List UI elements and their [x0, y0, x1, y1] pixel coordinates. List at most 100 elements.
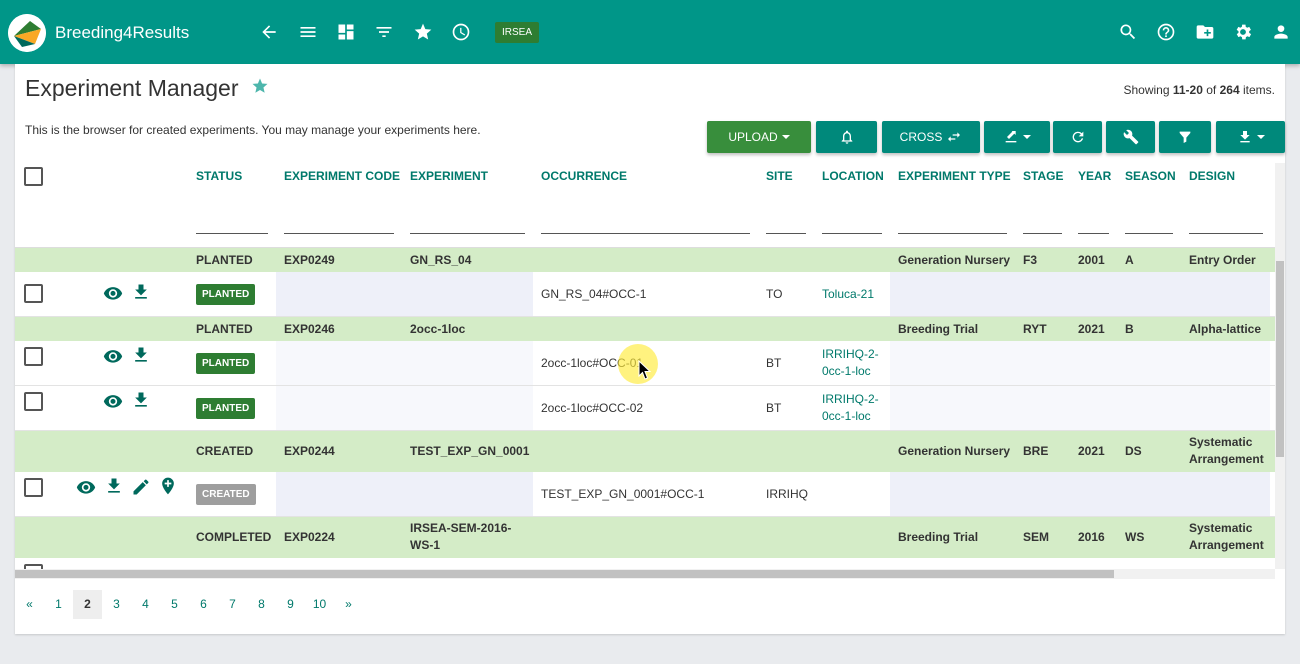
row-checkbox[interactable]	[24, 478, 43, 497]
notifications-button[interactable]	[816, 121, 877, 153]
page-next[interactable]: »	[334, 590, 363, 619]
view-eye-icon[interactable]	[103, 346, 123, 366]
caret-down-icon	[1256, 135, 1265, 139]
status-badge: PLANTED	[196, 284, 256, 305]
experiment-code-filter-input[interactable]	[284, 233, 394, 234]
select-all-checkbox[interactable]	[24, 167, 43, 186]
refresh-button[interactable]	[1053, 121, 1102, 153]
folder-add-icon[interactable]	[1195, 22, 1215, 42]
occurrence-filter-input[interactable]	[541, 233, 750, 234]
group-experiment: GN_RS_04	[410, 253, 472, 267]
row-shade	[890, 472, 1270, 516]
status-filter-input[interactable]	[196, 233, 268, 234]
page-2-current[interactable]: 2	[73, 590, 102, 619]
vertical-scrollbar-thumb[interactable]	[1276, 261, 1284, 457]
user-icon[interactable]	[1271, 22, 1291, 42]
column-header-occurrence[interactable]: OCCURRENCE	[541, 169, 627, 183]
row-checkbox[interactable]	[24, 284, 43, 303]
page-prev[interactable]: «	[15, 590, 44, 619]
download-icon[interactable]	[104, 476, 124, 496]
column-header-year[interactable]: YEAR	[1078, 169, 1111, 183]
season-filter-input[interactable]	[1125, 233, 1173, 234]
upload-button[interactable]: UPLOAD	[707, 121, 811, 153]
page-9[interactable]: 9	[276, 590, 305, 619]
column-header-site[interactable]: SITE	[766, 169, 793, 183]
occurrence-location-link[interactable]: Toluca-21	[822, 286, 874, 303]
experiment-type-filter-input[interactable]	[898, 233, 1007, 234]
site-filter-input[interactable]	[766, 233, 806, 234]
dashboard-icon[interactable]	[336, 22, 356, 42]
row-checkbox[interactable]	[24, 392, 43, 411]
filter-button[interactable]	[1159, 121, 1211, 153]
row-shade	[276, 341, 533, 385]
add-location-icon[interactable]	[158, 476, 178, 496]
column-header-stage[interactable]: STAGE	[1023, 169, 1063, 183]
experiment-group-row[interactable]: PLANTED EXP0249 GN_RS_04 Generation Nurs…	[15, 248, 1275, 272]
app-logo[interactable]	[8, 14, 46, 52]
column-header-season[interactable]: SEASON	[1125, 169, 1176, 183]
download-icon[interactable]	[131, 282, 151, 302]
occurrence-location-link[interactable]: IRRIHQ-2-0cc-1-loc	[822, 391, 882, 425]
page-10[interactable]: 10	[305, 590, 334, 619]
occurrence-location-link[interactable]: IRRIHQ-2-0cc-1-loc	[822, 346, 882, 380]
view-eye-icon[interactable]	[103, 283, 123, 303]
back-arrow-icon[interactable]	[259, 22, 279, 42]
occurrence-name: TEST_EXP_GN_0001#OCC-1	[541, 487, 705, 501]
stage-filter-input[interactable]	[1023, 233, 1062, 234]
download-icon[interactable]	[131, 345, 151, 365]
gear-icon[interactable]	[1233, 22, 1253, 42]
page-1[interactable]: 1	[44, 590, 73, 619]
column-header-experiment-code[interactable]: EXPERIMENT CODE	[284, 169, 400, 183]
occurrence-row[interactable]: PLANTED 2occ-1loc#OCC-02 BT IRRIHQ-2-0cc…	[15, 386, 1275, 431]
download-icon[interactable]	[131, 390, 151, 410]
year-filter-input[interactable]	[1078, 233, 1109, 234]
filter-list-icon[interactable]	[374, 22, 394, 42]
page-3[interactable]: 3	[102, 590, 131, 619]
horizontal-scrollbar-thumb[interactable]	[15, 570, 1114, 578]
page-7[interactable]: 7	[218, 590, 247, 619]
experiment-filter-input[interactable]	[410, 233, 525, 234]
search-icon[interactable]	[1118, 22, 1138, 42]
edit-pencil-icon[interactable]	[131, 477, 151, 497]
download-icon	[1239, 131, 1250, 143]
column-header-location[interactable]: LOCATION	[822, 169, 884, 183]
tools-button[interactable]	[1106, 121, 1155, 153]
experiment-group-row[interactable]: COMPLETED EXP0224 IRSEA-SEM-2016-WS-1 Br…	[15, 517, 1275, 558]
page-5[interactable]: 5	[160, 590, 189, 619]
column-header-experiment-type[interactable]: EXPERIMENT TYPE	[898, 169, 1011, 183]
group-status: COMPLETED	[196, 530, 272, 544]
horizontal-scrollbar[interactable]	[15, 569, 1275, 579]
column-header-design[interactable]: DESIGN	[1189, 169, 1235, 183]
help-icon[interactable]	[1156, 22, 1176, 42]
program-badge[interactable]: IRSEA	[495, 22, 540, 43]
column-header-experiment[interactable]: EXPERIMENT	[410, 169, 488, 183]
group-year: 2001	[1078, 253, 1105, 267]
page-6[interactable]: 6	[189, 590, 218, 619]
cross-label: CROSS	[899, 130, 943, 144]
experiment-group-row[interactable]: CREATED EXP0244 TEST_EXP_GN_0001 Generat…	[15, 431, 1275, 472]
column-header-status[interactable]: STATUS	[196, 169, 242, 183]
row-checkbox[interactable]	[24, 347, 43, 366]
page-4[interactable]: 4	[131, 590, 160, 619]
history-icon[interactable]	[451, 22, 471, 42]
mouse-pointer-icon	[638, 360, 652, 380]
download-menu-button[interactable]	[1216, 121, 1285, 153]
star-icon[interactable]	[413, 22, 433, 42]
occurrence-row[interactable]: CREATED TEST_EXP_GN_0001#OCC-1 IRRIHQ	[15, 472, 1275, 517]
view-eye-icon[interactable]	[76, 477, 96, 497]
vertical-scrollbar[interactable]	[1275, 163, 1285, 569]
export-menu-button[interactable]	[984, 121, 1050, 153]
design-filter-input[interactable]	[1189, 233, 1263, 234]
location-filter-input[interactable]	[822, 233, 882, 234]
occurrence-row[interactable]: PLANTED GN_RS_04#OCC-1 TO Toluca-21	[15, 272, 1275, 317]
page-8[interactable]: 8	[247, 590, 276, 619]
export-icon	[1005, 131, 1017, 143]
brand-name[interactable]: Breeding4Results	[55, 23, 189, 43]
menu-icon[interactable]	[298, 22, 318, 42]
group-experiment: 2occ-1loc	[410, 322, 466, 336]
occurrence-row[interactable]	[15, 558, 1275, 569]
favorite-star-icon[interactable]	[251, 77, 269, 95]
view-eye-icon[interactable]	[103, 391, 123, 411]
cross-button[interactable]: CROSS	[882, 121, 980, 153]
experiment-group-row[interactable]: PLANTED EXP0246 2occ-1loc Breeding Trial…	[15, 317, 1275, 341]
